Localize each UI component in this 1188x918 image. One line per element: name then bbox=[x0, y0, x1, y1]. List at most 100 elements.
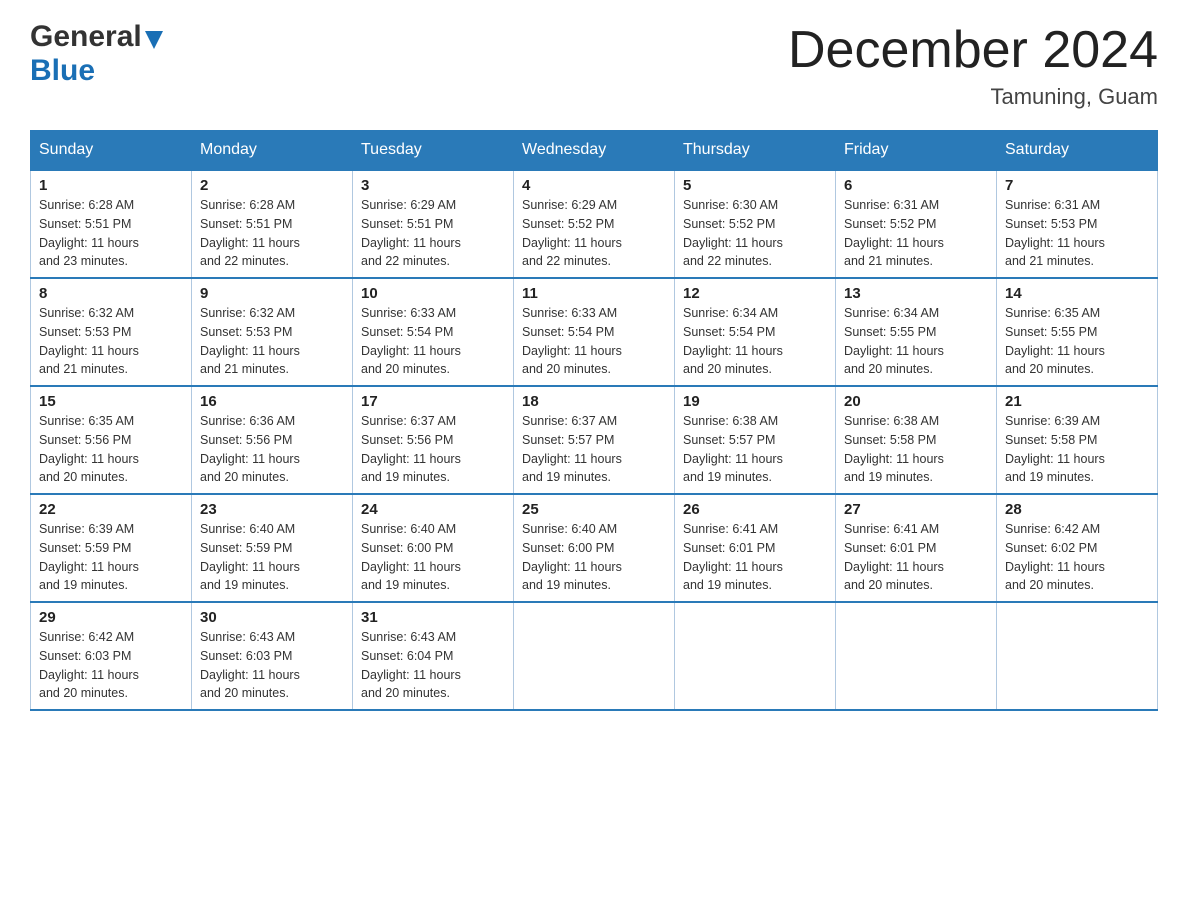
day-info: Sunrise: 6:37 AM Sunset: 5:57 PM Dayligh… bbox=[522, 412, 666, 487]
day-info: Sunrise: 6:35 AM Sunset: 5:55 PM Dayligh… bbox=[1005, 304, 1149, 379]
day-number: 1 bbox=[39, 177, 183, 194]
day-number: 26 bbox=[683, 501, 827, 518]
day-number: 4 bbox=[522, 177, 666, 194]
col-saturday: Saturday bbox=[997, 131, 1158, 171]
calendar-cell: 12 Sunrise: 6:34 AM Sunset: 5:54 PM Dayl… bbox=[675, 278, 836, 386]
day-info: Sunrise: 6:38 AM Sunset: 5:57 PM Dayligh… bbox=[683, 412, 827, 487]
calendar-cell: 4 Sunrise: 6:29 AM Sunset: 5:52 PM Dayli… bbox=[514, 170, 675, 278]
page-header: General Blue December 2024 Tamuning, Gua… bbox=[30, 20, 1158, 110]
calendar-cell: 30 Sunrise: 6:43 AM Sunset: 6:03 PM Dayl… bbox=[192, 602, 353, 710]
calendar-cell: 16 Sunrise: 6:36 AM Sunset: 5:56 PM Dayl… bbox=[192, 386, 353, 494]
calendar-cell: 1 Sunrise: 6:28 AM Sunset: 5:51 PM Dayli… bbox=[31, 170, 192, 278]
col-sunday: Sunday bbox=[31, 131, 192, 171]
calendar-cell: 14 Sunrise: 6:35 AM Sunset: 5:55 PM Dayl… bbox=[997, 278, 1158, 386]
calendar-cell: 29 Sunrise: 6:42 AM Sunset: 6:03 PM Dayl… bbox=[31, 602, 192, 710]
day-info: Sunrise: 6:33 AM Sunset: 5:54 PM Dayligh… bbox=[361, 304, 505, 379]
calendar-cell: 24 Sunrise: 6:40 AM Sunset: 6:00 PM Dayl… bbox=[353, 494, 514, 602]
calendar-cell bbox=[514, 602, 675, 710]
calendar-cell: 18 Sunrise: 6:37 AM Sunset: 5:57 PM Dayl… bbox=[514, 386, 675, 494]
calendar-cell: 27 Sunrise: 6:41 AM Sunset: 6:01 PM Dayl… bbox=[836, 494, 997, 602]
calendar-cell: 28 Sunrise: 6:42 AM Sunset: 6:02 PM Dayl… bbox=[997, 494, 1158, 602]
day-info: Sunrise: 6:28 AM Sunset: 5:51 PM Dayligh… bbox=[39, 196, 183, 271]
day-number: 18 bbox=[522, 393, 666, 410]
calendar-cell: 31 Sunrise: 6:43 AM Sunset: 6:04 PM Dayl… bbox=[353, 602, 514, 710]
day-info: Sunrise: 6:34 AM Sunset: 5:54 PM Dayligh… bbox=[683, 304, 827, 379]
day-number: 23 bbox=[200, 501, 344, 518]
calendar-cell: 10 Sunrise: 6:33 AM Sunset: 5:54 PM Dayl… bbox=[353, 278, 514, 386]
day-number: 3 bbox=[361, 177, 505, 194]
day-info: Sunrise: 6:37 AM Sunset: 5:56 PM Dayligh… bbox=[361, 412, 505, 487]
day-info: Sunrise: 6:28 AM Sunset: 5:51 PM Dayligh… bbox=[200, 196, 344, 271]
calendar-week-2: 8 Sunrise: 6:32 AM Sunset: 5:53 PM Dayli… bbox=[31, 278, 1158, 386]
day-number: 31 bbox=[361, 609, 505, 626]
day-info: Sunrise: 6:32 AM Sunset: 5:53 PM Dayligh… bbox=[200, 304, 344, 379]
day-number: 11 bbox=[522, 285, 666, 302]
location: Tamuning, Guam bbox=[788, 84, 1158, 110]
calendar-cell: 11 Sunrise: 6:33 AM Sunset: 5:54 PM Dayl… bbox=[514, 278, 675, 386]
calendar-week-5: 29 Sunrise: 6:42 AM Sunset: 6:03 PM Dayl… bbox=[31, 602, 1158, 710]
day-info: Sunrise: 6:32 AM Sunset: 5:53 PM Dayligh… bbox=[39, 304, 183, 379]
title-section: December 2024 Tamuning, Guam bbox=[788, 20, 1158, 110]
day-number: 14 bbox=[1005, 285, 1149, 302]
calendar-week-3: 15 Sunrise: 6:35 AM Sunset: 5:56 PM Dayl… bbox=[31, 386, 1158, 494]
day-info: Sunrise: 6:42 AM Sunset: 6:02 PM Dayligh… bbox=[1005, 520, 1149, 595]
col-tuesday: Tuesday bbox=[353, 131, 514, 171]
logo: General Blue bbox=[30, 20, 163, 88]
calendar-cell: 3 Sunrise: 6:29 AM Sunset: 5:51 PM Dayli… bbox=[353, 170, 514, 278]
day-number: 24 bbox=[361, 501, 505, 518]
day-info: Sunrise: 6:40 AM Sunset: 5:59 PM Dayligh… bbox=[200, 520, 344, 595]
day-number: 10 bbox=[361, 285, 505, 302]
day-info: Sunrise: 6:43 AM Sunset: 6:03 PM Dayligh… bbox=[200, 628, 344, 703]
calendar-cell: 19 Sunrise: 6:38 AM Sunset: 5:57 PM Dayl… bbox=[675, 386, 836, 494]
day-number: 19 bbox=[683, 393, 827, 410]
day-info: Sunrise: 6:38 AM Sunset: 5:58 PM Dayligh… bbox=[844, 412, 988, 487]
day-number: 27 bbox=[844, 501, 988, 518]
day-number: 13 bbox=[844, 285, 988, 302]
col-wednesday: Wednesday bbox=[514, 131, 675, 171]
logo-blue-text: Blue bbox=[30, 54, 95, 87]
calendar-cell: 9 Sunrise: 6:32 AM Sunset: 5:53 PM Dayli… bbox=[192, 278, 353, 386]
day-info: Sunrise: 6:40 AM Sunset: 6:00 PM Dayligh… bbox=[522, 520, 666, 595]
day-number: 29 bbox=[39, 609, 183, 626]
calendar-cell: 22 Sunrise: 6:39 AM Sunset: 5:59 PM Dayl… bbox=[31, 494, 192, 602]
calendar-week-1: 1 Sunrise: 6:28 AM Sunset: 5:51 PM Dayli… bbox=[31, 170, 1158, 278]
calendar-week-4: 22 Sunrise: 6:39 AM Sunset: 5:59 PM Dayl… bbox=[31, 494, 1158, 602]
month-title: December 2024 bbox=[788, 20, 1158, 80]
day-info: Sunrise: 6:31 AM Sunset: 5:53 PM Dayligh… bbox=[1005, 196, 1149, 271]
day-info: Sunrise: 6:41 AM Sunset: 6:01 PM Dayligh… bbox=[844, 520, 988, 595]
calendar-cell: 20 Sunrise: 6:38 AM Sunset: 5:58 PM Dayl… bbox=[836, 386, 997, 494]
day-number: 20 bbox=[844, 393, 988, 410]
day-number: 2 bbox=[200, 177, 344, 194]
calendar-cell: 2 Sunrise: 6:28 AM Sunset: 5:51 PM Dayli… bbox=[192, 170, 353, 278]
calendar-cell: 7 Sunrise: 6:31 AM Sunset: 5:53 PM Dayli… bbox=[997, 170, 1158, 278]
day-info: Sunrise: 6:33 AM Sunset: 5:54 PM Dayligh… bbox=[522, 304, 666, 379]
calendar-cell: 23 Sunrise: 6:40 AM Sunset: 5:59 PM Dayl… bbox=[192, 494, 353, 602]
col-friday: Friday bbox=[836, 131, 997, 171]
day-number: 30 bbox=[200, 609, 344, 626]
day-number: 8 bbox=[39, 285, 183, 302]
logo-triangle-icon bbox=[145, 31, 163, 49]
day-number: 6 bbox=[844, 177, 988, 194]
day-info: Sunrise: 6:42 AM Sunset: 6:03 PM Dayligh… bbox=[39, 628, 183, 703]
day-info: Sunrise: 6:43 AM Sunset: 6:04 PM Dayligh… bbox=[361, 628, 505, 703]
day-number: 16 bbox=[200, 393, 344, 410]
day-number: 17 bbox=[361, 393, 505, 410]
calendar-cell: 5 Sunrise: 6:30 AM Sunset: 5:52 PM Dayli… bbox=[675, 170, 836, 278]
day-number: 9 bbox=[200, 285, 344, 302]
day-info: Sunrise: 6:39 AM Sunset: 5:59 PM Dayligh… bbox=[39, 520, 183, 595]
calendar-cell bbox=[836, 602, 997, 710]
day-number: 15 bbox=[39, 393, 183, 410]
calendar-cell: 21 Sunrise: 6:39 AM Sunset: 5:58 PM Dayl… bbox=[997, 386, 1158, 494]
calendar-cell: 17 Sunrise: 6:37 AM Sunset: 5:56 PM Dayl… bbox=[353, 386, 514, 494]
calendar-cell: 26 Sunrise: 6:41 AM Sunset: 6:01 PM Dayl… bbox=[675, 494, 836, 602]
calendar-header-row: Sunday Monday Tuesday Wednesday Thursday… bbox=[31, 131, 1158, 171]
day-info: Sunrise: 6:29 AM Sunset: 5:52 PM Dayligh… bbox=[522, 196, 666, 271]
day-info: Sunrise: 6:41 AM Sunset: 6:01 PM Dayligh… bbox=[683, 520, 827, 595]
calendar-table: Sunday Monday Tuesday Wednesday Thursday… bbox=[30, 130, 1158, 711]
calendar-cell bbox=[997, 602, 1158, 710]
day-number: 22 bbox=[39, 501, 183, 518]
calendar-cell: 25 Sunrise: 6:40 AM Sunset: 6:00 PM Dayl… bbox=[514, 494, 675, 602]
day-info: Sunrise: 6:31 AM Sunset: 5:52 PM Dayligh… bbox=[844, 196, 988, 271]
calendar-cell: 15 Sunrise: 6:35 AM Sunset: 5:56 PM Dayl… bbox=[31, 386, 192, 494]
day-info: Sunrise: 6:34 AM Sunset: 5:55 PM Dayligh… bbox=[844, 304, 988, 379]
